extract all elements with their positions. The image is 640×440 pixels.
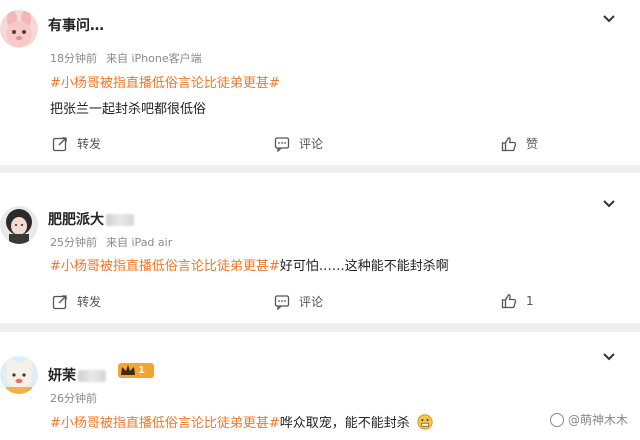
like-button[interactable]: 赞 xyxy=(501,135,538,152)
repost-icon xyxy=(52,294,67,309)
source-client: 来自 iPhone客户端 xyxy=(106,52,202,65)
timestamp: 18分钟前 xyxy=(50,52,97,65)
chevron-down-icon[interactable] xyxy=(602,199,616,209)
comment-card: 有事问… 18分钟前 来自 iPhone客户端 #小杨哥被指直播低俗言论比徒弟更甚… xyxy=(0,0,640,165)
repost-button[interactable]: 转发 xyxy=(52,293,101,310)
comment-body: 把张兰一起封杀吧都很低俗 xyxy=(50,102,207,117)
comment-card: 肥肥派大 25分钟前 来自 iPad air #小杨哥被指直播低俗言论比徒弟更甚#… xyxy=(0,173,640,323)
action-bar: 转发 评论 1 xyxy=(50,293,640,313)
chevron-down-icon[interactable] xyxy=(602,14,616,24)
hashtag-link[interactable]: #小杨哥被指直播低俗言论比徒弟更甚# xyxy=(50,416,280,431)
timestamp: 26分钟前 xyxy=(50,392,97,405)
source-client: 来自 iPad air xyxy=(106,236,173,249)
comment-meta: 25分钟前 来自 iPad air xyxy=(50,234,172,250)
repost-button[interactable]: 转发 xyxy=(52,135,101,152)
comment-text: #小杨哥被指直播低俗言论比徒弟更甚#哗众取宠，能不能封杀 xyxy=(50,412,433,431)
comment-text: #小杨哥被指直播低俗言论比徒弟更甚# xyxy=(50,72,280,91)
grimace-emoji-icon xyxy=(417,414,433,430)
comment-card: 妍茉 1 26分钟前 #小杨哥被指直播低俗言论比徒弟更甚#哗众取宠，能不能封杀 xyxy=(0,332,640,440)
comment-icon xyxy=(274,294,290,310)
hashtag-link[interactable]: #小杨哥被指直播低俗言论比徒弟更甚# xyxy=(50,76,280,91)
comment-text: #小杨哥被指直播低俗言论比徒弟更甚#好可怕……这种能不能封杀啊 xyxy=(50,259,449,274)
username[interactable]: 妍茉 xyxy=(48,365,106,385)
crown-icon xyxy=(121,365,135,375)
username[interactable]: 有事问… xyxy=(48,15,106,35)
repost-icon xyxy=(52,136,67,151)
like-count: 1 xyxy=(526,294,534,308)
thumbs-up-icon xyxy=(501,136,517,151)
thumbs-up-icon xyxy=(501,294,517,309)
watermark: @萌神木木 xyxy=(549,411,628,428)
member-level-badge: 1 xyxy=(118,363,154,378)
username[interactable]: 肥肥派大 xyxy=(48,209,134,229)
comment-button[interactable]: 评论 xyxy=(274,135,323,152)
timestamp: 25分钟前 xyxy=(50,236,97,249)
hashtag-link[interactable]: #小杨哥被指直播低俗言论比徒弟更甚# xyxy=(50,259,280,274)
watermark-logo-icon xyxy=(549,412,564,427)
comment-meta: 26分钟前 xyxy=(50,390,97,406)
like-button[interactable]: 1 xyxy=(501,293,534,309)
comment-button[interactable]: 评论 xyxy=(274,293,323,310)
comment-meta: 18分钟前 来自 iPhone客户端 xyxy=(50,50,202,66)
comment-icon xyxy=(274,136,290,152)
action-bar: 转发 评论 赞 xyxy=(50,135,640,155)
chevron-down-icon[interactable] xyxy=(602,352,616,362)
avatar[interactable] xyxy=(0,10,38,48)
avatar[interactable] xyxy=(0,356,38,394)
avatar[interactable] xyxy=(0,206,38,244)
